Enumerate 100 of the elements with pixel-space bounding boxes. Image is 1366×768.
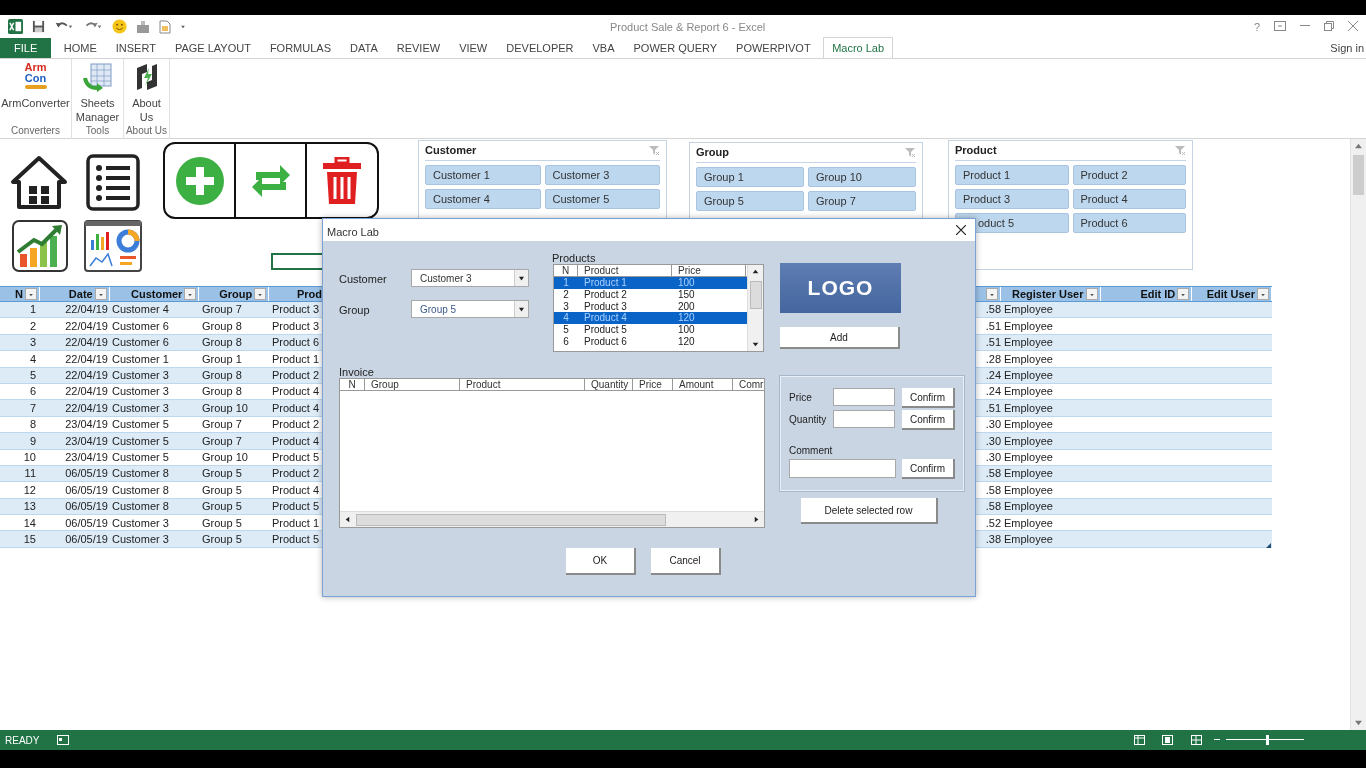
text-field[interactable] — [789, 459, 896, 478]
table-cell-text: Customer 1 — [111, 351, 170, 367]
filter-button[interactable] — [1257, 288, 1269, 300]
horizontal-scrollbar[interactable] — [340, 511, 764, 527]
share-icon[interactable] — [136, 19, 150, 34]
ribbon-tab[interactable]: HOME — [54, 38, 107, 58]
slicer-button[interactable]: Product 1 — [955, 165, 1069, 185]
ribbon-button[interactable]: Arm Con ArmConverter — [0, 59, 71, 125]
filter-button[interactable] — [24, 288, 37, 300]
scrollbar-thumb[interactable] — [750, 281, 762, 309]
scroll-down-icon[interactable] — [752, 342, 759, 347]
scroll-left-icon[interactable] — [345, 516, 350, 523]
filter-button[interactable] — [1085, 288, 1098, 300]
vertical-scrollbar[interactable] — [1350, 139, 1366, 730]
resize-handle-icon[interactable] — [1266, 543, 1271, 548]
table-cell-text: Employee — [1004, 417, 1054, 433]
smiley-icon[interactable] — [112, 19, 127, 34]
dropdown-field[interactable]: Group 5 — [411, 300, 529, 318]
ribbon-tab[interactable]: Macro Lab — [823, 37, 894, 58]
macro-record-icon[interactable] — [57, 735, 70, 745]
ribbon-tab[interactable]: DATA — [340, 38, 388, 58]
table-cell-text: 10 — [22, 449, 37, 465]
page-break-icon[interactable] — [1191, 735, 1202, 745]
ribbon-tab[interactable]: REVIEW — [387, 38, 450, 58]
table-cell-text: 6 — [28, 384, 37, 400]
table-cell-text: Group 5 — [201, 482, 243, 498]
ribbon-tab[interactable]: VBA — [583, 38, 625, 58]
restore-icon[interactable] — [1324, 21, 1334, 31]
minimize-icon[interactable] — [1300, 25, 1310, 27]
confirm-button[interactable]: Confirm — [902, 410, 955, 430]
dropdown-button[interactable] — [514, 270, 528, 286]
confirm-button[interactable]: Confirm — [902, 459, 955, 479]
ribbon-button[interactable]: Sheets Manager — [72, 59, 123, 125]
house-icon[interactable] — [10, 155, 68, 210]
table-cell-text: 1 — [28, 302, 37, 318]
help-button[interactable]: ? — [1254, 19, 1261, 36]
dropdown-field[interactable]: Customer 3 — [411, 269, 529, 287]
slicer-button[interactable]: Customer 3 — [544, 165, 660, 185]
scrollbar-thumb[interactable] — [1353, 155, 1364, 195]
save-icon[interactable] — [32, 20, 45, 33]
list-row[interactable]: 1 Product 1 100 — [554, 277, 748, 289]
dropdown-button[interactable] — [514, 301, 528, 317]
ribbon-button[interactable]: About Us — [124, 59, 169, 125]
ribbon-display-icon[interactable] — [1274, 21, 1286, 31]
ribbon-tab[interactable]: PAGE LAYOUT — [165, 38, 261, 58]
filter-button[interactable] — [985, 288, 998, 300]
table-cell-text: Customer 6 — [111, 318, 170, 334]
filter-button[interactable] — [184, 288, 197, 300]
growth-chart-icon[interactable] — [12, 220, 68, 272]
list-row[interactable]: 4 Product 4 120 — [554, 312, 748, 325]
scrollbar-thumb[interactable] — [356, 514, 666, 526]
filter-button[interactable] — [94, 288, 107, 300]
delete-row-button[interactable]: Delete selected row — [801, 498, 938, 524]
normal-view-icon[interactable] — [1134, 735, 1145, 745]
slicer-button[interactable]: Customer 4 — [425, 189, 541, 209]
slicer-button[interactable]: Customer 1 — [425, 165, 541, 185]
zoom-slider[interactable] — [1214, 734, 1304, 746]
document-icon[interactable] — [159, 19, 171, 34]
ribbon-tab[interactable]: POWER QUERY — [624, 38, 727, 58]
ribbon-tab[interactable]: FORMULAS — [260, 38, 341, 58]
slicer-button[interactable]: Product 6 — [1072, 213, 1186, 233]
slicer-button[interactable]: Product 3 — [955, 189, 1069, 209]
ribbon-tab[interactable]: DEVELOPER — [496, 38, 583, 58]
slicer-button[interactable]: Group 10 — [808, 167, 916, 187]
filter-button[interactable] — [254, 288, 267, 300]
page-layout-icon[interactable] — [1162, 735, 1173, 745]
table-cell-text: Employee — [1004, 302, 1054, 318]
table-cell-text: 3 — [28, 335, 37, 351]
ribbon-tab[interactable]: VIEW — [449, 38, 497, 58]
close-icon[interactable] — [956, 225, 966, 235]
list-icon[interactable] — [86, 154, 140, 211]
list-scrollbar[interactable] — [747, 265, 763, 351]
table-cell-text: .51 — [984, 318, 1002, 334]
scroll-up-icon[interactable] — [752, 269, 759, 274]
text-field[interactable] — [833, 388, 895, 406]
slicer-button[interactable]: Product 4 — [1072, 189, 1186, 209]
table-cell-text: .51 — [984, 335, 1002, 351]
confirm-button[interactable]: Confirm — [902, 388, 955, 408]
sign-in-link[interactable]: Sign in — [1330, 40, 1364, 57]
slicer-button[interactable]: Customer 5 — [544, 189, 660, 209]
filter-button[interactable] — [1177, 288, 1190, 300]
cancel-button[interactable]: Cancel — [651, 548, 721, 575]
slicer-button[interactable]: Group 1 — [696, 167, 804, 187]
ribbon-tab[interactable]: FILE — [0, 38, 52, 58]
excel-icon[interactable] — [8, 19, 23, 34]
slicer-button[interactable]: Group 5 — [696, 191, 804, 211]
table-cell-text: Product 4 — [271, 482, 321, 498]
scroll-right-icon[interactable] — [754, 516, 759, 523]
text-field[interactable] — [833, 410, 895, 428]
customize-dropdown-icon[interactable] — [180, 23, 186, 30]
slicer-button[interactable]: Group 7 — [808, 191, 916, 211]
table-cell-text: Group 5 — [201, 515, 243, 531]
table-cell-text: Product 2 — [271, 368, 321, 383]
ok-button[interactable]: OK — [566, 548, 636, 575]
add-button[interactable]: Add — [780, 327, 900, 349]
ribbon-tab[interactable]: INSERT — [106, 38, 166, 58]
dropdown-icon — [1260, 291, 1266, 297]
ribbon-tab[interactable]: POWERPIVOT — [726, 38, 821, 58]
slicer-button[interactable]: Product 2 — [1072, 165, 1186, 185]
dashboard-icon[interactable] — [84, 220, 142, 272]
